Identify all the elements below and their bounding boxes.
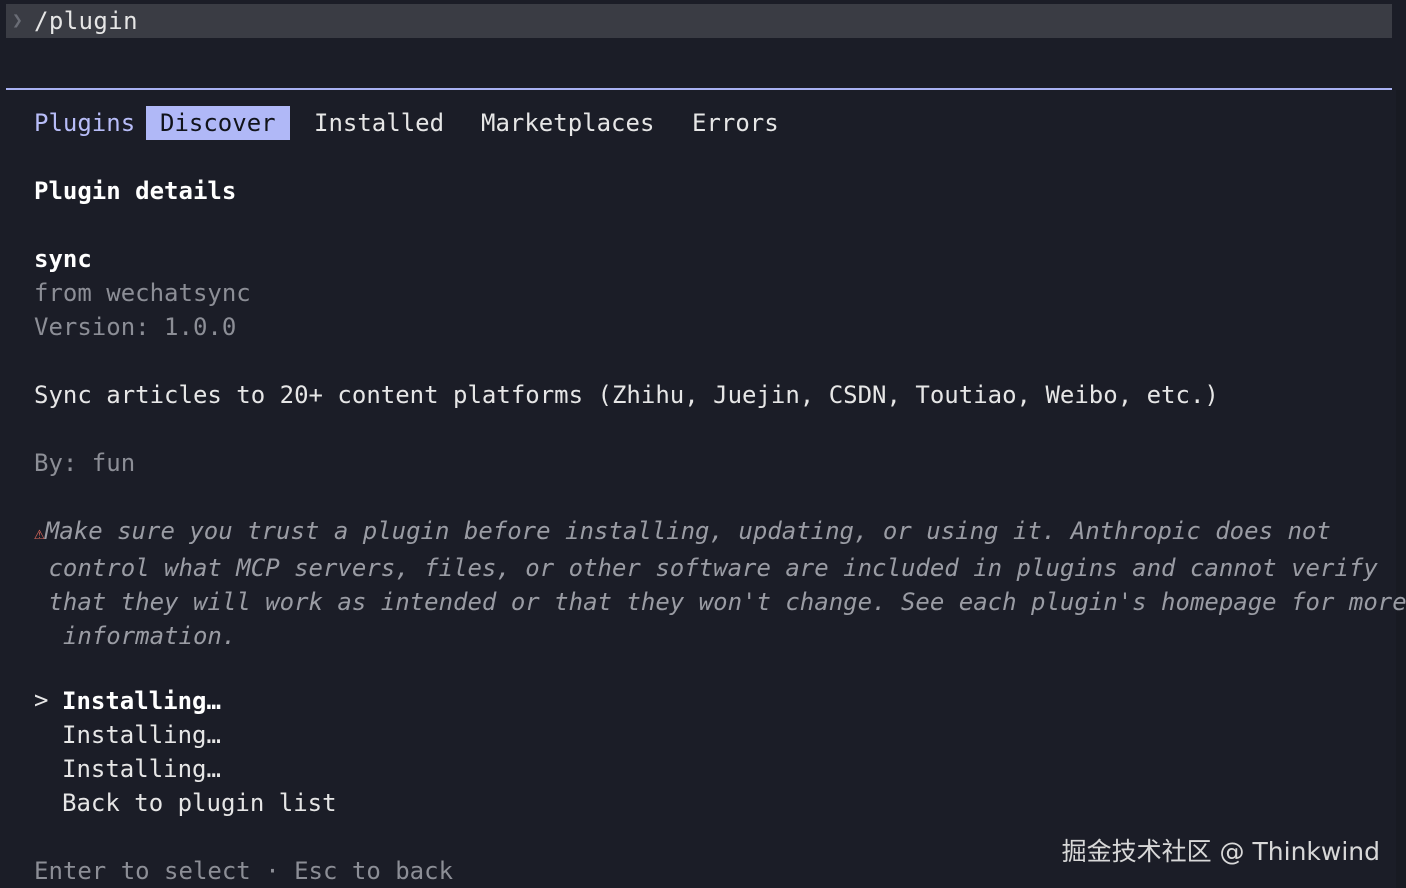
menu-item-installing-3[interactable]: Installing… bbox=[62, 752, 221, 786]
command-text[interactable]: /plugin bbox=[34, 7, 138, 35]
scrollbar-track[interactable] bbox=[1396, 90, 1406, 888]
footer-hint: Enter to select · Esc to back bbox=[34, 857, 454, 885]
tab-marketplaces[interactable]: Marketplaces bbox=[481, 106, 654, 140]
menu-item-installing-1[interactable]: Installing… bbox=[62, 684, 221, 718]
header-divider bbox=[6, 88, 1392, 90]
plugin-author: By: fun bbox=[34, 449, 136, 477]
command-bar[interactable]: ❯ /plugin bbox=[6, 4, 1392, 38]
plugin-description: Sync articles to 20+ content platforms (… bbox=[34, 381, 1219, 409]
warning-line-4: information. bbox=[34, 622, 237, 650]
menu-item-installing-2[interactable]: Installing… bbox=[62, 718, 221, 752]
details-heading: Plugin details bbox=[34, 177, 237, 205]
watermark: 掘金技术社区 @ Thinkwind bbox=[1061, 837, 1380, 866]
warning-line-1: Make sure you trust a plugin before inst… bbox=[44, 517, 1331, 545]
chevron-right-icon: ❯ bbox=[12, 10, 23, 31]
plugin-name: sync bbox=[34, 245, 92, 273]
tab-errors[interactable]: Errors bbox=[692, 106, 779, 140]
tab-discover[interactable]: Discover bbox=[146, 106, 290, 140]
plugin-version: Version: 1.0.0 bbox=[34, 313, 237, 341]
menu-item-back-to-list[interactable]: Back to plugin list bbox=[62, 786, 337, 820]
plugin-source: from wechatsync bbox=[34, 279, 251, 307]
warning-triangle-icon: ⚠ bbox=[34, 523, 45, 544]
selection-caret: > bbox=[34, 686, 49, 714]
trust-warning: ⚠Make sure you trust a plugin before ins… bbox=[34, 514, 1406, 653]
tab-installed[interactable]: Installed bbox=[314, 106, 444, 140]
warning-line-3: that they will work as intended or that … bbox=[34, 588, 1406, 616]
plugins-title: Plugins bbox=[34, 109, 136, 137]
warning-line-2: control what MCP servers, files, or othe… bbox=[34, 554, 1378, 582]
